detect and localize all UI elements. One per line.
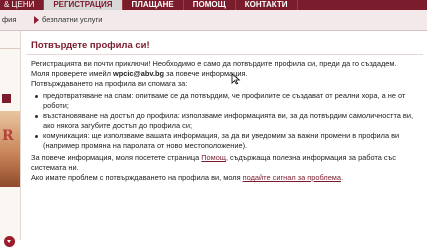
sidebar-banner-letter: R bbox=[2, 128, 14, 144]
breadcrumb-current[interactable]: безплатни услуги bbox=[42, 10, 102, 30]
sidebar: R bbox=[0, 31, 21, 247]
breadcrumb: фия безплатни услуги bbox=[0, 10, 427, 31]
nav-item-registration[interactable]: РЕГИСТРАЦИЯ bbox=[44, 0, 123, 10]
problem-text-post: . bbox=[341, 173, 344, 182]
email-instruction: Моля проверете имейл wpcic@abv.bg за пов… bbox=[31, 69, 423, 79]
breadcrumb-arrow-icon bbox=[34, 16, 39, 24]
page-title: Потвърдете профила си! bbox=[26, 38, 423, 55]
list-item: комуникация: ще използваме вашата информ… bbox=[35, 131, 423, 151]
intro-text: Регистрацията ви почти приключи! Необход… bbox=[31, 59, 397, 68]
report-problem-link[interactable]: подайте сигнал за проблема bbox=[243, 173, 341, 182]
nav-item-payment[interactable]: ПЛАЩАНЕ bbox=[123, 0, 184, 10]
benefits-list: предотвратяване на спам: опитваме се да … bbox=[31, 91, 423, 151]
nav-item-prices[interactable]: & ЦЕНИ bbox=[0, 0, 45, 10]
list-item: предотвратяване на спам: опитваме се да … bbox=[35, 91, 423, 111]
nav-item-help[interactable]: ПОМОЩ bbox=[184, 0, 236, 10]
chevron-down-icon bbox=[7, 240, 11, 243]
problem-text-pre: Ако имате проблем с потвърждаването на п… bbox=[31, 173, 243, 182]
sidebar-divider bbox=[0, 48, 20, 49]
problem-text: Ако имате проблем с потвърждаването на п… bbox=[31, 173, 423, 183]
benefits-heading: Потвърждаването на профила ви спомага за… bbox=[31, 79, 188, 88]
sidebar-banner[interactable] bbox=[0, 111, 20, 187]
list-item: възстановяване на достъп до профила: изп… bbox=[35, 111, 423, 131]
email-instruction-pre: Моля проверете имейл bbox=[31, 69, 113, 78]
main-content: Потвърдете профила си! Регистрацията ви … bbox=[26, 38, 423, 183]
help-link[interactable]: Помощ bbox=[201, 153, 226, 162]
email-address: wpcic@abv.bg bbox=[113, 69, 165, 78]
help-text: За повече информация, моля посетете стра… bbox=[31, 153, 423, 173]
help-text-pre: За повече информация, моля посетете стра… bbox=[31, 153, 202, 162]
top-navigation: & ЦЕНИ РЕГИСТРАЦИЯ ПЛАЩАНЕ ПОМОЩ КОНТАКТ… bbox=[0, 0, 427, 10]
message-body: Регистрацията ви почти приключи! Необход… bbox=[26, 59, 423, 183]
mouse-cursor-icon bbox=[231, 73, 241, 85]
sidebar-square-icon bbox=[2, 94, 11, 103]
nav-item-contacts[interactable]: КОНТАКТИ bbox=[236, 0, 298, 10]
breadcrumb-home[interactable]: фия bbox=[2, 10, 16, 30]
